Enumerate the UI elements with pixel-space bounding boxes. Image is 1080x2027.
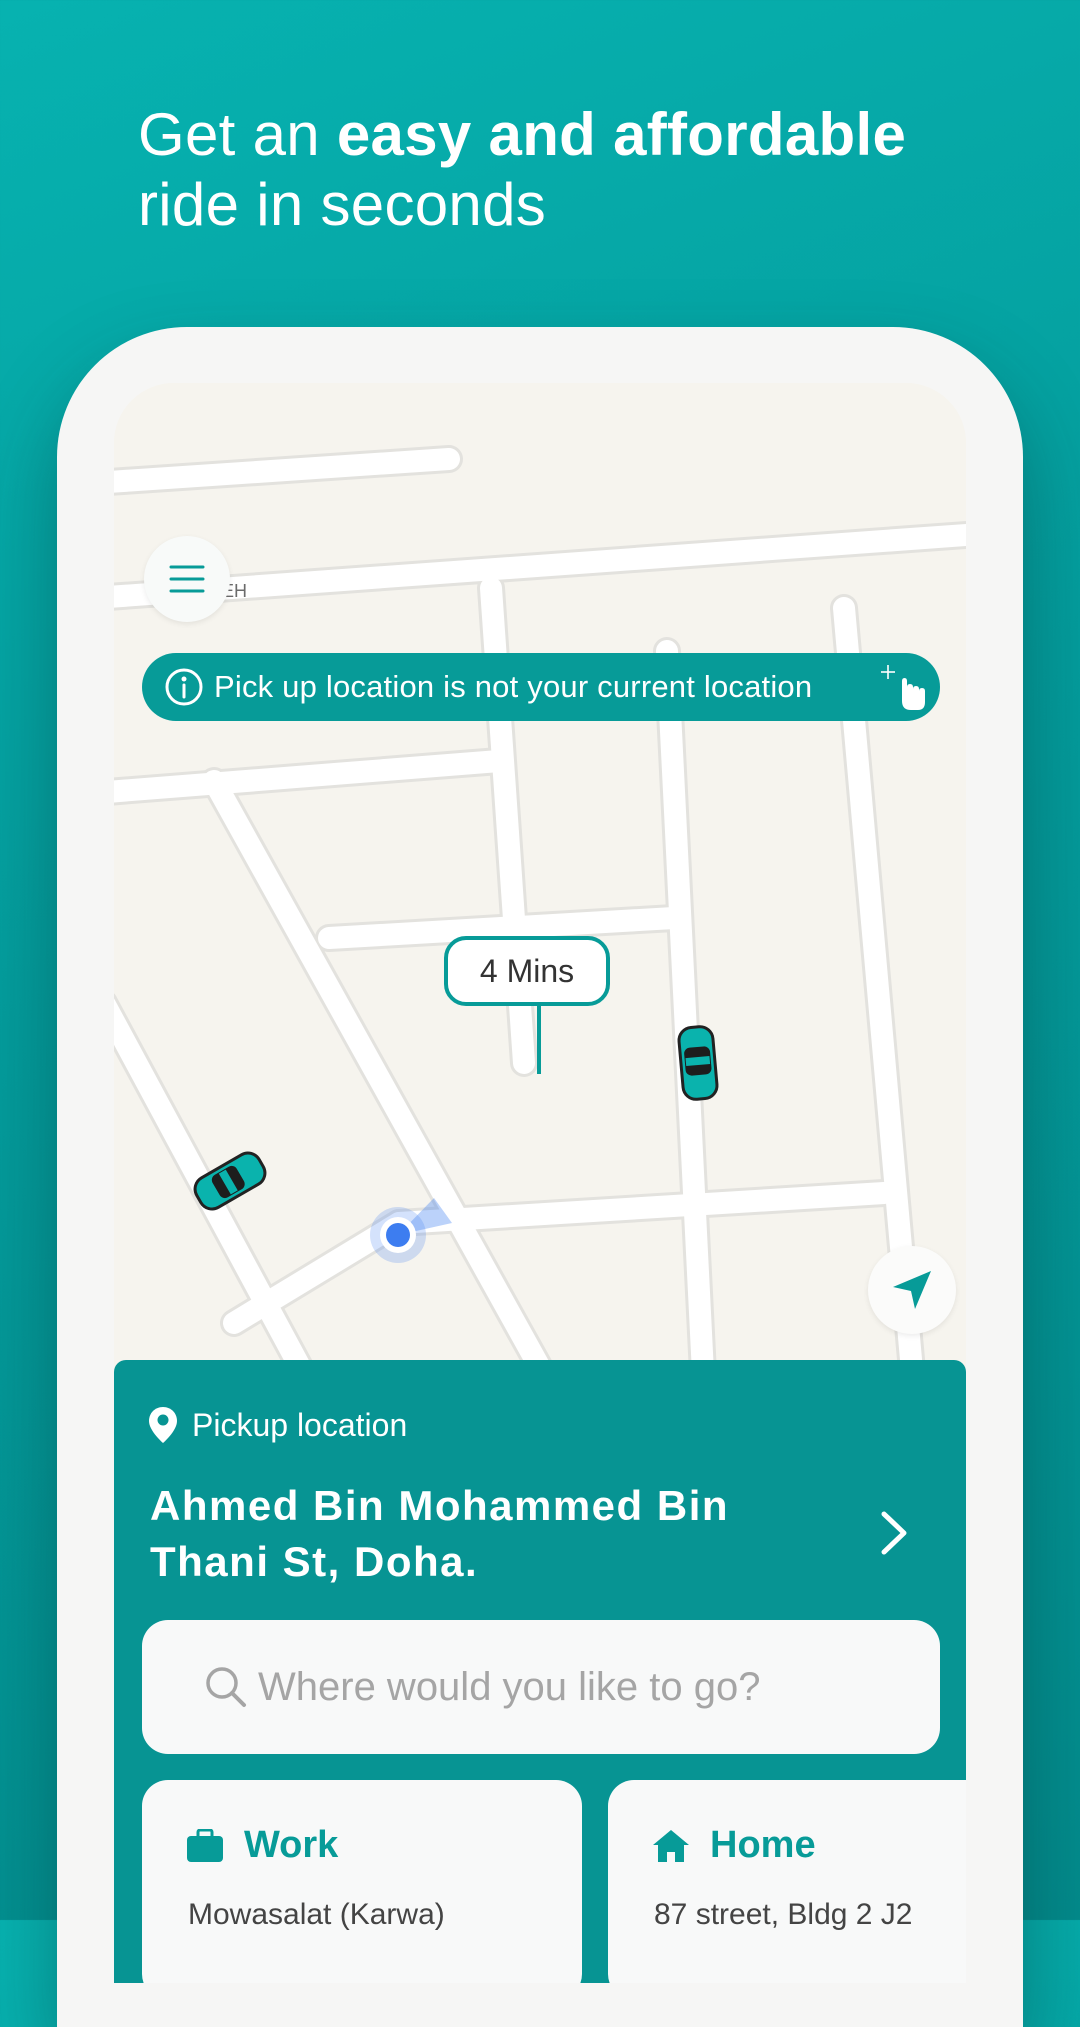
destination-search-input[interactable]: Where would you like to go?	[142, 1620, 940, 1754]
chevron-right-icon[interactable]	[876, 1508, 912, 1558]
location-notice-text: Pick up location is not your current loc…	[214, 669, 813, 704]
shortcut-home-title-row: Home	[652, 1824, 816, 1867]
shortcut-card-work[interactable]: Work Mowasalat (Karwa)	[142, 1780, 582, 1983]
eta-pin-stem	[537, 1004, 541, 1074]
eta-bubble: 4 Mins	[444, 936, 610, 1006]
pickup-panel: Pickup location Ahmed Bin Mohammed Bin T…	[114, 1360, 966, 1983]
shortcut-home-title: Home	[710, 1824, 816, 1866]
eta-text: 4 Mins	[479, 952, 575, 989]
map-view[interactable]: EH	[114, 383, 966, 1363]
headline-bold: easy and affordable	[336, 101, 907, 168]
hand-pointer-icon	[881, 665, 925, 710]
pickup-address[interactable]: Ahmed Bin Mohammed Bin Thani St, Doha.	[150, 1478, 850, 1590]
navigation-arrow-icon	[893, 1271, 931, 1309]
hamburger-icon	[169, 565, 205, 593]
headline-prefix: Get an	[138, 101, 337, 168]
shortcut-work-subtitle: Mowasalat (Karwa)	[188, 1898, 445, 1931]
search-icon	[206, 1667, 246, 1707]
headline-line2: ride in seconds	[138, 171, 547, 238]
shortcut-work-title: Work	[244, 1824, 339, 1866]
search-placeholder: Where would you like to go?	[258, 1664, 761, 1709]
menu-button[interactable]	[144, 536, 230, 622]
recenter-button[interactable]	[868, 1246, 956, 1334]
shortcut-home-subtitle: 87 street, Bldg 2 J2	[654, 1898, 913, 1931]
car-icon	[677, 1025, 719, 1101]
pickup-label-row: Pickup location	[148, 1406, 407, 1444]
shortcut-work-title-row: Work	[186, 1824, 338, 1867]
shortcut-card-home[interactable]: Home 87 street, Bldg 2 J2	[608, 1780, 966, 1983]
briefcase-icon	[187, 1828, 223, 1862]
pickup-label: Pickup location	[192, 1406, 408, 1443]
location-pin-icon	[149, 1407, 177, 1443]
promo-headline: Get an easy and affordable ride in secon…	[138, 100, 998, 240]
app-screen: EH Pick up location is not your current …	[114, 383, 966, 1983]
info-icon	[165, 668, 203, 706]
location-notice-banner[interactable]: Pick up location is not your current loc…	[142, 653, 940, 721]
house-icon	[653, 1829, 689, 1862]
